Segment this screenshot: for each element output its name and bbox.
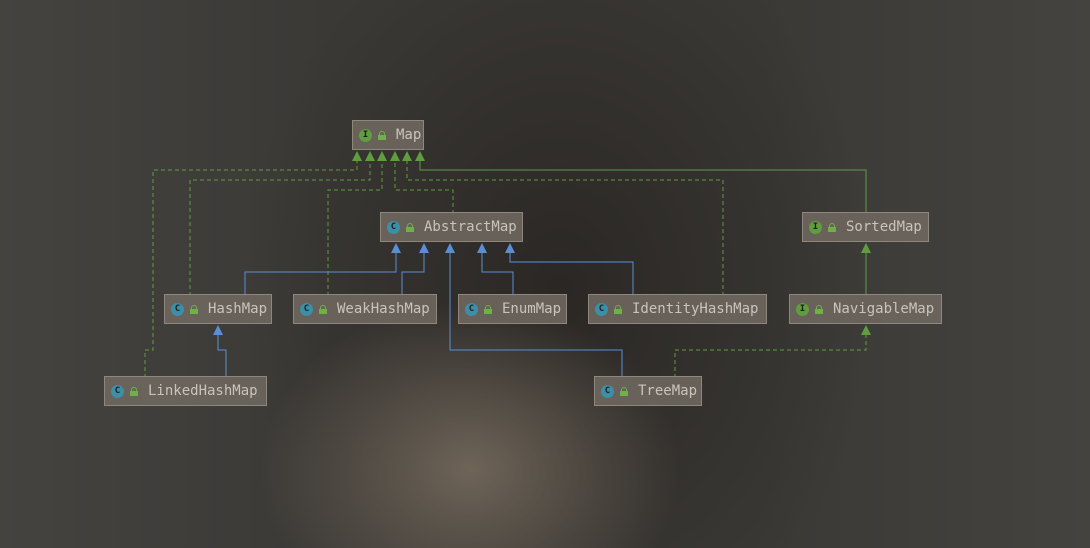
edge-hashmap-map (189, 151, 375, 296)
edge-identityhashmap-abstractmap (505, 243, 634, 296)
edge-enummap-abstractmap (477, 243, 514, 296)
node-identityhashmap[interactable]: C IdentityHashMap (588, 294, 767, 324)
edge-sortedmap-map (415, 151, 867, 214)
interface-icon: I (359, 128, 372, 142)
edge-abstractmap-map (390, 151, 454, 214)
node-label: SortedMap (846, 219, 922, 235)
edge-weakhashmap-abstractmap (401, 243, 429, 296)
lock-icon (815, 304, 823, 314)
node-hashmap[interactable]: C HashMap (164, 294, 272, 324)
node-label: IdentityHashMap (632, 301, 759, 317)
lock-icon (319, 304, 327, 314)
node-navigablemap[interactable]: I NavigableMap (789, 294, 942, 324)
edge-linkedhashmap-hashmap (213, 325, 227, 378)
node-weakhashmap[interactable]: C WeakHashMap (293, 294, 437, 324)
class-icon: C (300, 302, 313, 316)
lock-icon (406, 222, 414, 232)
edge-weakhashmap-map (327, 151, 387, 296)
class-icon: C (595, 302, 608, 316)
node-map[interactable]: I Map (352, 120, 424, 150)
node-sortedmap[interactable]: I SortedMap (802, 212, 929, 242)
node-label: TreeMap (638, 383, 698, 399)
edge-linkedhashmap-map (144, 151, 362, 378)
class-icon: C (465, 302, 478, 316)
node-label: WeakHashMap (337, 301, 430, 317)
lock-icon (484, 304, 492, 314)
class-icon: C (387, 220, 400, 234)
lock-icon (190, 304, 198, 314)
lock-icon (378, 130, 386, 140)
interface-icon: I (809, 220, 822, 234)
node-treemap[interactable]: C TreeMap (594, 376, 702, 406)
node-label: AbstractMap (424, 219, 517, 235)
edges-layer (144, 151, 871, 378)
edge-treemap-navigablemap (674, 325, 871, 378)
lock-icon (130, 386, 138, 396)
lock-icon (614, 304, 622, 314)
node-label: LinkedHashMap (148, 383, 258, 399)
node-enummap[interactable]: C EnumMap (458, 294, 567, 324)
lock-icon (828, 222, 836, 232)
node-label: NavigableMap (833, 301, 935, 317)
interface-icon: I (796, 302, 809, 316)
node-label: EnumMap (502, 301, 562, 317)
lock-icon (620, 386, 628, 396)
node-label: Map (396, 127, 422, 143)
class-icon: C (171, 302, 184, 316)
class-icon: C (601, 384, 614, 398)
node-label: HashMap (208, 301, 268, 317)
node-abstractmap[interactable]: C AbstractMap (380, 212, 523, 242)
class-icon: C (111, 384, 124, 398)
node-linkedhashmap[interactable]: C LinkedHashMap (104, 376, 267, 406)
edge-hashmap-abstractmap (244, 243, 401, 296)
